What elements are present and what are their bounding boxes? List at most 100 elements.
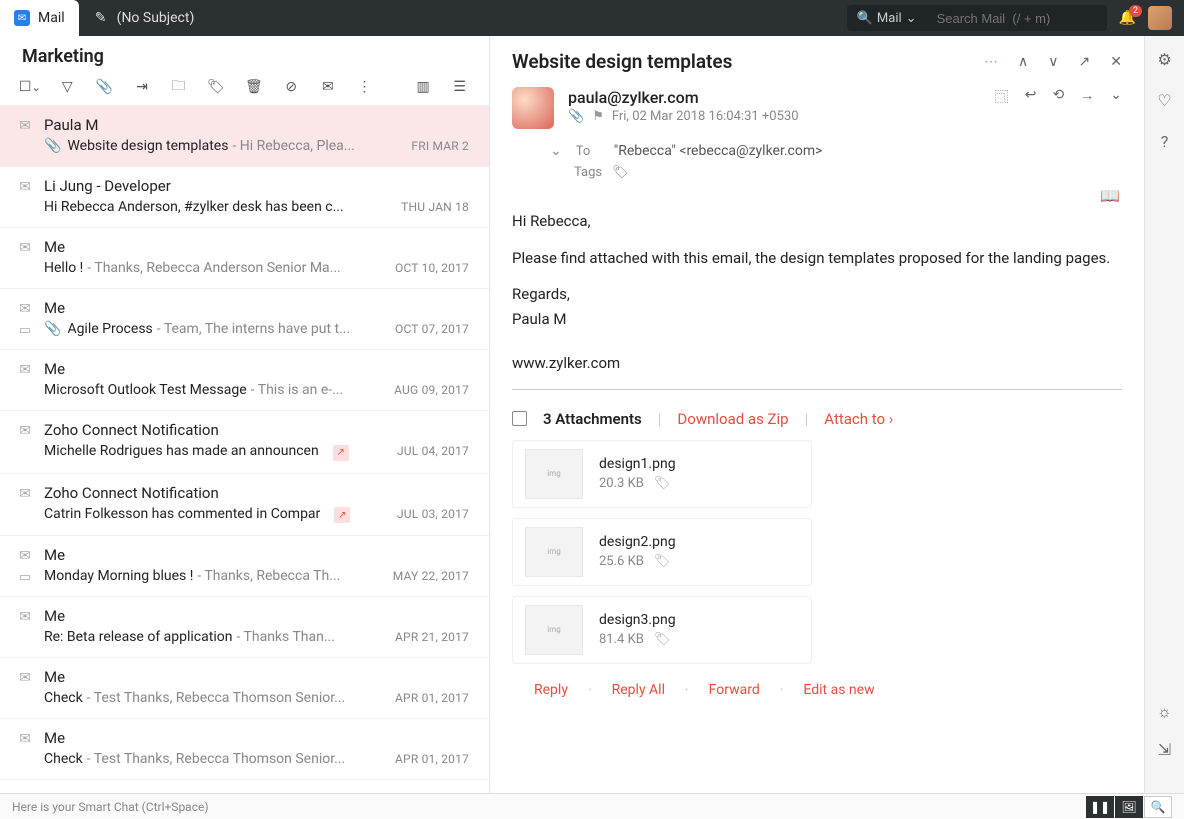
- tag-button[interactable]: 🏷: [208, 79, 224, 95]
- mail-date: JUL 03, 2017: [397, 507, 469, 521]
- signature-website[interactable]: www.zylker.com: [512, 344, 1122, 375]
- layout-button-2[interactable]: ☰: [452, 79, 467, 95]
- mail-subject: Check: [44, 751, 83, 767]
- collapse-rail-icon[interactable]: ⇲: [1158, 740, 1171, 759]
- mail-sender: Li Jung - Developer: [44, 177, 469, 195]
- attachment-icon: 📎: [44, 138, 61, 154]
- mail-preview: - Test Thanks, Rebecca Thomson Senior...: [87, 690, 346, 706]
- thread-icon: ▭: [16, 323, 34, 338]
- reply-all-button[interactable]: ⟲: [1053, 87, 1065, 107]
- reply-all-link[interactable]: Reply All: [612, 682, 665, 698]
- search-icon: 🔍: [857, 11, 873, 26]
- mail-item[interactable]: ✉ Li Jung - Developer Hi Rebecca Anderson,…: [0, 167, 489, 228]
- smart-chat-bar[interactable]: Here is your Smart Chat (Ctrl+Space) ❚❚ …: [0, 793, 1184, 819]
- more-actions-button[interactable]: ⋮: [357, 79, 372, 95]
- select-all-attachments-checkbox[interactable]: [512, 411, 527, 426]
- mail-item[interactable]: ✉▭MeMonday Morning blues ! - Thanks, Reb…: [0, 536, 489, 597]
- mail-item[interactable]: ✉▭Me📎Agile Process - Team, The interns h…: [0, 289, 489, 350]
- add-tag-button[interactable]: 🏷: [612, 165, 629, 180]
- envelope-icon: ✉: [16, 670, 34, 686]
- attachment-card[interactable]: imgdesign2.png25.6 KB🏷: [512, 518, 812, 586]
- more-message-actions[interactable]: ⌄: [1110, 87, 1122, 107]
- delete-button[interactable]: 🗑: [246, 79, 262, 95]
- tab-compose-draft[interactable]: ✎ (No Subject): [79, 0, 209, 36]
- mail-item[interactable]: ✉Zoho Connect NotificationMichelle Rodri…: [0, 411, 489, 474]
- open-new-window-button[interactable]: ↗: [1079, 54, 1091, 70]
- message-subject: Website design templates: [512, 50, 732, 73]
- attachment-name: design3.png: [599, 612, 799, 628]
- reader-mode-icon[interactable]: 📖: [1100, 190, 1120, 205]
- expand-recipients-button[interactable]: ⌄: [550, 143, 562, 159]
- attach-to-link[interactable]: Attach to ›: [824, 410, 893, 428]
- mark-read-button[interactable]: ✉: [321, 79, 336, 95]
- mail-item[interactable]: ✉MeHello ! - Thanks, Rebecca Anderson Se…: [0, 228, 489, 289]
- mail-subject: Hi Rebecca Anderson, #zylker desk has be…: [44, 199, 344, 215]
- mail-list[interactable]: ✉Paula M📎Website design templates - Hi R…: [0, 106, 489, 819]
- attachment-card[interactable]: imgdesign1.png20.3 KB🏷: [512, 440, 812, 508]
- mail-item[interactable]: ✉MeCheck - Test Thanks, Rebecca Thomson …: [0, 658, 489, 719]
- edit-as-new-link[interactable]: Edit as new: [803, 682, 874, 698]
- move-to-folder-button[interactable]: 🗀: [171, 79, 186, 95]
- theme-icon[interactable]: ☼: [1157, 702, 1172, 722]
- conversation-view-icon[interactable]: ⿹: [995, 87, 1009, 107]
- layout-button-1[interactable]: ▥: [416, 79, 431, 95]
- screenshot-button[interactable]: 🖼: [1115, 796, 1143, 818]
- filter-button[interactable]: ▽: [60, 79, 75, 95]
- mail-preview: - This is an e-...: [251, 382, 344, 398]
- attachment-card[interactable]: imgdesign3.png81.4 KB🏷: [512, 596, 812, 664]
- mail-item[interactable]: ✉Zoho Connect NotificationCatrin Folkess…: [0, 474, 489, 537]
- search-scope-dropdown[interactable]: 🔍 Mail ⌄: [847, 11, 927, 26]
- tab-mail[interactable]: ✉ Mail: [0, 0, 79, 36]
- attachment-tag-icon[interactable]: 🏷: [654, 554, 671, 569]
- mail-subject: Hello !: [44, 260, 83, 276]
- reply-button[interactable]: ↩: [1025, 87, 1037, 107]
- tab-compose-label: (No Subject): [117, 10, 195, 26]
- forward-link[interactable]: Forward: [709, 682, 760, 698]
- sender-avatar: [512, 87, 554, 129]
- body-text: Please find attached with this email, th…: [512, 247, 1122, 270]
- mail-subject: Monday Morning blues !: [44, 568, 193, 584]
- flag-icon[interactable]: ⚑: [592, 109, 604, 124]
- spam-button[interactable]: ⊘: [284, 79, 299, 95]
- mail-date: APR 01, 2017: [395, 752, 469, 766]
- mail-sender: Me: [44, 729, 469, 747]
- tab-mail-label: Mail: [38, 10, 65, 26]
- mail-sender: Me: [44, 360, 469, 378]
- attachment-size: 20.3 KB: [599, 476, 644, 491]
- attachment-tag-icon[interactable]: 🏷: [654, 632, 671, 647]
- help-icon[interactable]: ?: [1161, 132, 1169, 151]
- search-small-button[interactable]: 🔍: [1144, 796, 1172, 818]
- attachment-tag-icon[interactable]: 🏷: [654, 476, 671, 491]
- mail-preview: - Hi Rebecca, Plea...: [232, 138, 354, 154]
- attachment-filter-button[interactable]: 📎: [97, 79, 113, 95]
- body-regards: Regards,: [512, 283, 1122, 306]
- next-message-button[interactable]: ∨: [1048, 54, 1058, 70]
- user-avatar[interactable]: [1148, 6, 1172, 30]
- thread-icon: ▭: [16, 570, 34, 585]
- mail-item[interactable]: ✉MeRe: Beta release of application - Tha…: [0, 597, 489, 658]
- mail-date: APR 01, 2017: [395, 691, 469, 705]
- notification-badge: 2: [1129, 5, 1142, 17]
- select-all-checkbox[interactable]: ☐⌄: [22, 79, 38, 95]
- apps-icon[interactable]: ♡: [1157, 91, 1171, 110]
- mail-item[interactable]: ✉Paula M📎Website design templates - Hi R…: [0, 106, 489, 167]
- streams-icon[interactable]: ⋯: [984, 54, 998, 70]
- envelope-icon: ✉: [16, 179, 34, 195]
- envelope-icon: ✉: [16, 423, 34, 439]
- close-reader-button[interactable]: ✕: [1110, 54, 1122, 70]
- mail-item[interactable]: ✉MeCheck - Test Thanks, Rebecca Thomson …: [0, 719, 489, 780]
- settings-icon[interactable]: ⚙: [1157, 50, 1171, 69]
- mail-item[interactable]: ✉MeMicrosoft Outlook Test Message - This…: [0, 350, 489, 411]
- prev-message-button[interactable]: ∧: [1018, 54, 1028, 70]
- forward-button[interactable]: →: [1080, 87, 1094, 107]
- pause-button[interactable]: ❚❚: [1086, 796, 1114, 818]
- notifications-button[interactable]: 🔔 2: [1119, 10, 1136, 26]
- attachment-icon: 📎: [568, 109, 584, 124]
- list-toolbar: ☐⌄ ▽ 📎 ⇥ 🗀 🏷 🗑 ⊘ ✉ ⋮ ▥ ☰: [0, 73, 489, 106]
- attachment-thumbnail: img: [525, 449, 583, 499]
- mail-app-icon: ✉: [14, 10, 30, 26]
- archive-button[interactable]: ⇥: [135, 79, 150, 95]
- reply-link[interactable]: Reply: [534, 682, 568, 698]
- search-input[interactable]: [927, 11, 1107, 26]
- download-as-zip-link[interactable]: Download as Zip: [677, 410, 788, 428]
